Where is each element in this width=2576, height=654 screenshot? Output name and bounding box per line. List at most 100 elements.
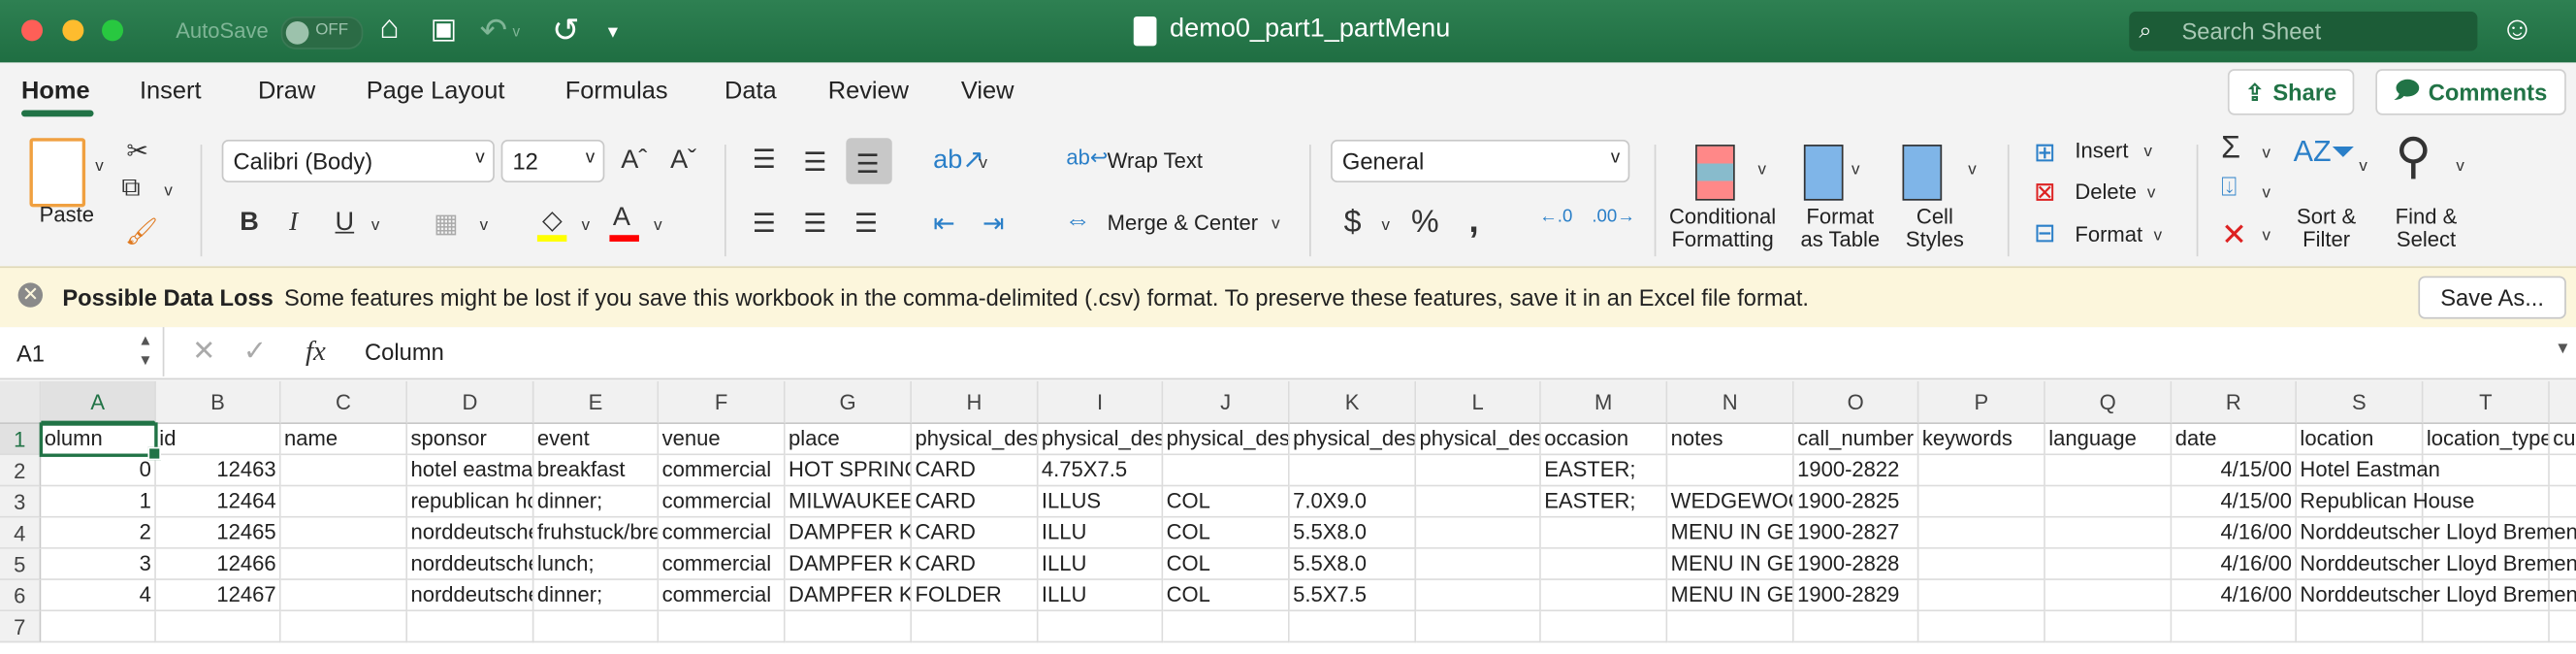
- find-select-icon[interactable]: ⚲: [2396, 128, 2431, 185]
- table-cell[interactable]: commercial: [659, 455, 786, 487]
- decrease-indent-icon[interactable]: ⇤: [933, 207, 955, 240]
- font-size-dropdown[interactable]: 12 v: [500, 139, 605, 183]
- zoom-window-button[interactable]: [102, 19, 124, 42]
- sort-filter-button[interactable]: Sort & Filter: [2297, 205, 2356, 251]
- table-cell[interactable]: MENU IN GERMAN: [1667, 517, 1794, 549]
- clear-icon[interactable]: ✕: [2221, 217, 2247, 255]
- table-cell[interactable]: 5.5X7.5: [1289, 579, 1417, 612]
- delete-cells-icon[interactable]: ⊠: [2034, 176, 2056, 209]
- row-header[interactable]: 1: [0, 424, 42, 456]
- table-cell[interactable]: 4/15/00: [2172, 455, 2298, 487]
- format-chevron-icon[interactable]: v: [2154, 227, 2162, 245]
- enter-check-icon[interactable]: ✓: [243, 336, 267, 369]
- table-cell[interactable]: FOLDER: [912, 579, 1039, 612]
- table-cell[interactable]: 2: [41, 517, 156, 549]
- header-cell[interactable]: id: [155, 424, 281, 456]
- table-cell[interactable]: CARD: [912, 486, 1039, 518]
- table-cell[interactable]: CARD: [912, 517, 1039, 549]
- table-cell[interactable]: norddeutscher: [407, 548, 534, 580]
- table-cell[interactable]: [1667, 611, 1794, 643]
- header-cell[interactable]: olumn: [41, 424, 156, 456]
- column-header-I[interactable]: I: [1038, 380, 1164, 425]
- merge-center-icon[interactable]: ⇔: [1065, 207, 1091, 236]
- table-cell[interactable]: commercial: [659, 579, 786, 612]
- decrease-decimal-icon[interactable]: .00→: [1592, 207, 1635, 226]
- formula-input[interactable]: Column: [365, 339, 444, 365]
- header-cell[interactable]: date: [2172, 424, 2298, 456]
- table-cell[interactable]: [280, 579, 408, 612]
- header-cell[interactable]: keywords: [1918, 424, 2045, 456]
- font-color-chevron-icon[interactable]: v: [654, 217, 661, 236]
- column-header-C[interactable]: C: [280, 380, 408, 425]
- column-header-T[interactable]: T: [2423, 380, 2550, 425]
- table-cell[interactable]: CARD: [912, 548, 1039, 580]
- currency-chevron-icon[interactable]: v: [1382, 217, 1390, 236]
- table-cell[interactable]: [659, 611, 786, 643]
- table-cell[interactable]: MENU IN GERMAN: [1667, 579, 1794, 612]
- column-header-U[interactable]: [2549, 380, 2576, 425]
- table-cell[interactable]: [2549, 455, 2576, 487]
- table-cell[interactable]: [1416, 611, 1541, 643]
- table-cell[interactable]: [1540, 579, 1668, 612]
- autosum-chevron-icon[interactable]: v: [2262, 145, 2270, 163]
- borders-chevron-icon[interactable]: v: [480, 217, 488, 236]
- find-select-button[interactable]: Find & Select: [2396, 205, 2458, 251]
- orientation-chevron-icon[interactable]: v: [980, 154, 987, 173]
- table-cell[interactable]: hotel eastman: [407, 455, 534, 487]
- insert-chevron-icon[interactable]: v: [2144, 143, 2152, 161]
- table-cell[interactable]: [280, 517, 408, 549]
- customize-toolbar-icon[interactable]: ▾: [608, 19, 618, 43]
- row-header[interactable]: 3: [0, 486, 42, 518]
- row-header[interactable]: 5: [0, 548, 42, 580]
- autosum-icon[interactable]: Σ: [2221, 132, 2240, 168]
- row-header[interactable]: 6: [0, 579, 42, 612]
- column-header-R[interactable]: R: [2172, 380, 2298, 425]
- conditional-formatting-button[interactable]: Conditional Formatting: [1669, 205, 1776, 251]
- table-cell[interactable]: 3: [41, 548, 156, 580]
- table-cell[interactable]: [1918, 486, 2045, 518]
- autosave-toggle[interactable]: OFF: [280, 16, 364, 49]
- table-cell[interactable]: COL: [1163, 517, 1290, 549]
- table-cell[interactable]: commercial: [659, 517, 786, 549]
- table-cell[interactable]: 7.0X9.0: [1289, 486, 1417, 518]
- spreadsheet-grid[interactable]: A B C D E F G H I J K L M N O P Q R S T 1 olumn id name sponsor e…: [0, 380, 2576, 654]
- increase-font-size-icon[interactable]: Aˆ: [621, 147, 647, 176]
- align-left-icon[interactable]: ☰: [753, 207, 776, 240]
- find-select-chevron-icon[interactable]: v: [2456, 158, 2463, 177]
- table-cell[interactable]: Norddeutscher Lloyd Bremen: [2297, 579, 2576, 612]
- table-cell[interactable]: 4.75X7.5: [1038, 455, 1164, 487]
- feedback-smiley-icon[interactable]: ☺: [2500, 12, 2534, 49]
- table-cell[interactable]: [280, 548, 408, 580]
- clear-chevron-icon[interactable]: v: [2262, 227, 2270, 245]
- column-header-M[interactable]: M: [1540, 380, 1668, 425]
- currency-icon[interactable]: $: [1344, 206, 1362, 242]
- header-cell[interactable]: physical_des: [1163, 424, 1290, 456]
- table-cell[interactable]: 1900-2828: [1793, 548, 1919, 580]
- table-cell[interactable]: ILLU: [1038, 548, 1164, 580]
- table-cell[interactable]: [1289, 611, 1417, 643]
- table-cell[interactable]: dinner;: [533, 486, 660, 518]
- undo-chevron-icon[interactable]: v: [512, 23, 520, 40]
- table-cell[interactable]: fruhstuck/breakfast: [533, 517, 660, 549]
- column-header-S[interactable]: S: [2297, 380, 2424, 425]
- header-cell[interactable]: physical_des: [1038, 424, 1164, 456]
- home-icon[interactable]: ⌂: [379, 10, 399, 48]
- save-icon[interactable]: ▣: [431, 14, 457, 47]
- table-cell[interactable]: dinner;: [533, 579, 660, 612]
- conditional-formatting-chevron-icon[interactable]: v: [1757, 161, 1765, 180]
- table-cell[interactable]: ILLUS: [1038, 486, 1164, 518]
- expand-formula-bar-icon[interactable]: ▼: [2555, 341, 2571, 359]
- table-cell[interactable]: 1900-2829: [1793, 579, 1919, 612]
- header-cell[interactable]: physical_des: [1289, 424, 1417, 456]
- name-box[interactable]: A1 ▲ ▼: [0, 327, 165, 376]
- row-header[interactable]: 4: [0, 517, 42, 549]
- tab-formulas[interactable]: Formulas: [565, 78, 668, 106]
- table-cell[interactable]: 1900-2822: [1793, 455, 1919, 487]
- table-cell[interactable]: 12463: [155, 455, 281, 487]
- table-cell[interactable]: [1289, 455, 1417, 487]
- table-cell[interactable]: EASTER;: [1540, 455, 1668, 487]
- font-name-dropdown[interactable]: Calibri (Body) v: [221, 139, 495, 183]
- wrap-text-button[interactable]: Wrap Text: [1108, 148, 1203, 173]
- header-cell[interactable]: place: [785, 424, 913, 456]
- table-cell[interactable]: 0: [41, 455, 156, 487]
